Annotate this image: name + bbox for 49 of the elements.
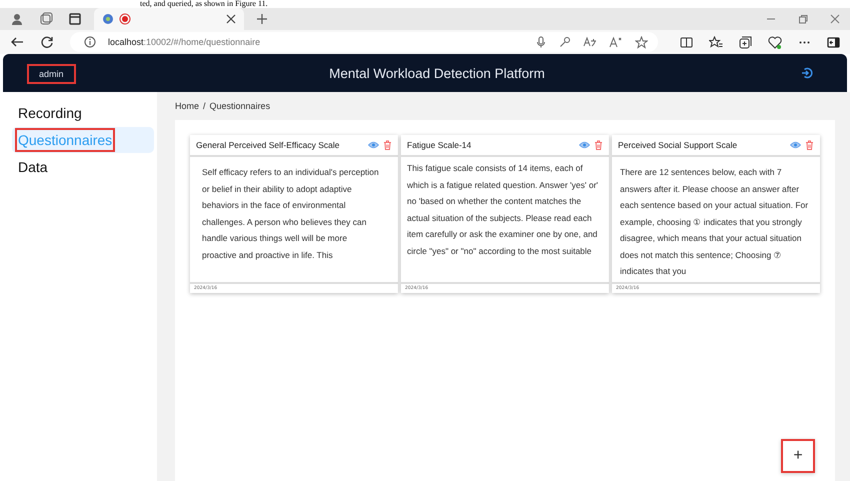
microphone-icon[interactable] <box>535 36 547 48</box>
plus-icon[interactable] <box>256 13 268 25</box>
heart-monitor-icon[interactable] <box>768 36 782 48</box>
key-icon[interactable] <box>559 36 571 48</box>
profile-icon[interactable] <box>10 12 24 26</box>
window-icon[interactable] <box>68 12 82 26</box>
info-icon <box>84 36 96 48</box>
browser-tab[interactable] <box>94 8 244 30</box>
trash-icon[interactable] <box>594 140 603 150</box>
split-screen-icon[interactable] <box>680 36 693 48</box>
address-field[interactable]: localhost:10002/#/home/questionnaire <box>70 32 658 52</box>
collections-icon[interactable] <box>739 36 752 48</box>
star-icon[interactable] <box>635 36 648 48</box>
sidebar-item[interactable]: Recording <box>12 100 154 126</box>
document-text: ted, and queried, as shown in Figure 11. <box>139 0 269 8</box>
globe-icon <box>102 13 114 25</box>
back-icon[interactable] <box>10 35 24 49</box>
card-description: This fatigue scale consists of 14 items, each of which is a fatigue related question. Answer 'yes' or' no 'based on whether the content matches the actual situation of the subjects. Please read each item carefully or ask the examiner one by one, and circle "yes" or "no" according to the most suitable <box>406 162 600 258</box>
card-title: General Perceived Self-Efficacy Scale <box>196 140 340 150</box>
favorites-icon[interactable] <box>709 36 723 48</box>
questionnaire-card[interactable] <box>401 135 609 292</box>
close-icon[interactable] <box>226 14 236 24</box>
trash-icon[interactable] <box>805 140 814 150</box>
breadcrumb-item[interactable]: Home <box>175 101 200 111</box>
logout-icon[interactable] <box>801 67 813 79</box>
restore-icon[interactable] <box>798 14 808 24</box>
add-button[interactable]: + <box>781 439 815 473</box>
breadcrumb-item[interactable]: Questionnaires <box>210 101 270 111</box>
translate-icon[interactable] <box>583 36 597 48</box>
record-icon <box>119 13 131 25</box>
card-description: Self efficacy refers to an individual's perception or belief in their ability to adopt adaptive behaviors in the face of environmental challenges. A person who believes they can handle various things well will be more proactive and proactive in life. This <box>201 166 380 262</box>
trash-icon[interactable] <box>383 140 392 150</box>
breadcrumb-separator: / <box>203 101 206 111</box>
tabs-icon[interactable] <box>39 12 53 26</box>
card-title: Perceived Social Support Scale <box>618 140 738 150</box>
questionnaire-card[interactable] <box>612 135 820 292</box>
user-button[interactable]: admin <box>27 64 76 84</box>
read-aloud-icon[interactable] <box>609 36 623 48</box>
eye-icon[interactable] <box>368 141 379 149</box>
url-text: localhost:10002/#/home/questionnaire <box>108 37 260 47</box>
questionnaire-card[interactable] <box>190 135 398 292</box>
card-description: There are 12 sentences below, each with 7 answers after it. Please choose an answer after each sentence based on your actual situation. For example, choosing ① indicates that you strongly disagree, which means that your actual situation does not match this sentence; Choosing ⑦ indicates that you <box>619 166 810 278</box>
sidebar-icon[interactable] <box>827 36 840 48</box>
reload-icon[interactable] <box>40 35 54 49</box>
app-title: Mental Workload Detection Platform <box>328 66 546 80</box>
eye-icon[interactable] <box>790 141 801 149</box>
card-title: Fatigue Scale-14 <box>407 140 472 150</box>
eye-icon[interactable] <box>579 141 590 149</box>
sidebar-item[interactable]: Data <box>12 154 154 180</box>
